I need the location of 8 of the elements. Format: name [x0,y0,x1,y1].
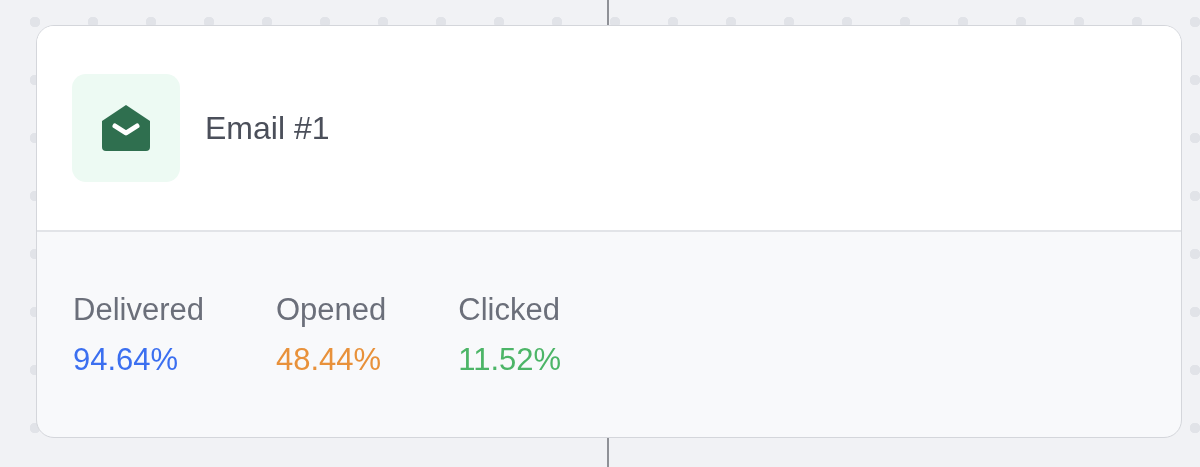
envelope-open-icon [102,105,150,151]
stat-value: 11.52% [458,342,562,378]
stat-label: Clicked [458,292,561,328]
card-title: Email #1 [205,109,330,147]
stat-value: 94.64% [73,342,180,378]
stat-label: Opened [275,292,387,328]
stat-value: 48.44% [275,342,383,378]
stat-label: Delivered [73,292,204,328]
